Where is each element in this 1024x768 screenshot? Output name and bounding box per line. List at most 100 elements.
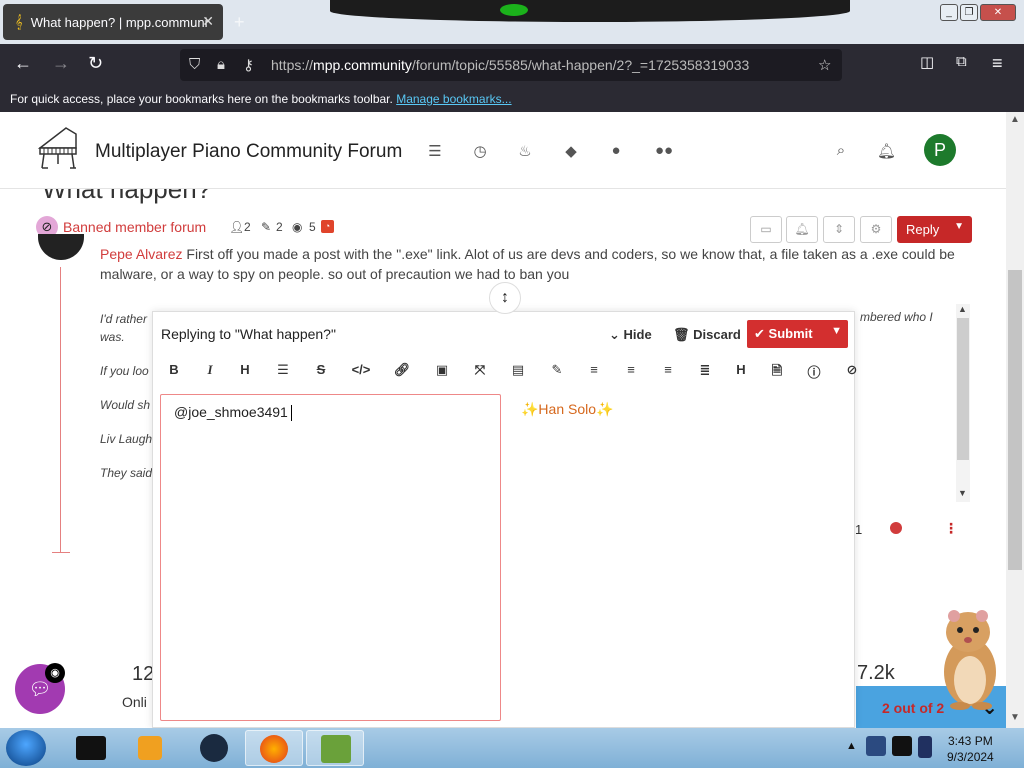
post-avatar[interactable]: [38, 234, 84, 260]
bookmark-star-icon[interactable]: ☆: [818, 56, 831, 74]
rss-icon[interactable]: ◔: [321, 220, 334, 233]
replying-to-label: Replying to "What happen?": [161, 326, 336, 342]
restore-icon[interactable]: ❐: [960, 4, 978, 21]
reply-editor[interactable]: @joe_shmoe3491: [160, 394, 501, 721]
align-left-icon[interactable]: ≡: [585, 362, 603, 377]
groups-icon[interactable]: ●●: [652, 142, 676, 160]
align-center-icon[interactable]: ≡: [622, 362, 640, 377]
list-icon[interactable]: ☰: [274, 362, 292, 378]
inbox-icon[interactable]: ▭: [750, 216, 782, 243]
network-icon[interactable]: [866, 736, 886, 756]
nav-bar: ← → ↻ ⛉ 🔒︎ ⚷ https://mpp.community/forum…: [0, 44, 1024, 86]
watch-bell-icon[interactable]: 🔔︎: [786, 216, 818, 243]
lock-icon[interactable]: 🔒︎: [217, 56, 225, 73]
upvote-icon[interactable]: [890, 522, 902, 534]
volume-icon[interactable]: [918, 736, 932, 758]
submit-button[interactable]: ✔ Submit ▼: [747, 320, 848, 348]
tools-gear-icon[interactable]: ⚙: [860, 216, 892, 243]
post-scrollbar-thumb[interactable]: [957, 318, 969, 460]
bold-icon[interactable]: B: [165, 362, 183, 377]
file-icon[interactable]: 🗎︎: [768, 362, 786, 384]
tray-expand-icon[interactable]: ▲: [846, 740, 857, 752]
clock[interactable]: 3:43 PM 9/3/2024: [947, 733, 994, 765]
code-icon[interactable]: </>: [350, 362, 372, 377]
new-tab-icon[interactable]: +: [234, 12, 245, 33]
tray-app-icon[interactable]: [892, 736, 912, 756]
tab-bar: 𝄞 What happen? | mpp.communi ✕ + _ ❐ ✕: [0, 0, 1024, 44]
scroll-up-icon[interactable]: ▲: [1010, 114, 1020, 125]
extensions-icon[interactable]: ⧉: [956, 53, 967, 70]
taskbar-firefox[interactable]: [245, 730, 303, 766]
editor-text: @joe_shmoe3491: [174, 404, 288, 420]
reply-dropdown-icon[interactable]: ▼: [954, 221, 964, 232]
reply-count: 1: [855, 522, 863, 537]
italic-icon[interactable]: I: [201, 362, 219, 378]
reply-button[interactable]: Reply ▼: [897, 216, 972, 243]
page-scrollbar-thumb[interactable]: [1008, 270, 1022, 570]
header-icon[interactable]: H: [732, 362, 750, 377]
color-picker-icon[interactable]: ✎: [548, 362, 566, 378]
pocket-icon[interactable]: ◫: [920, 53, 934, 71]
composer-resize-handle[interactable]: ↕: [489, 282, 521, 314]
align-right-icon[interactable]: ≡: [659, 362, 677, 377]
minimize-icon[interactable]: _: [940, 4, 958, 21]
taskbar-piano-app[interactable]: [64, 730, 122, 766]
categories-icon[interactable]: ☰: [426, 142, 444, 160]
back-icon[interactable]: ←: [14, 53, 32, 74]
url-text[interactable]: https://mpp.community/forum/topic/55585/…: [271, 57, 749, 73]
site-title[interactable]: Multiplayer Piano Community Forum: [95, 141, 402, 163]
eye-badge-icon[interactable]: ◉: [45, 663, 65, 683]
fullscreen-icon[interactable]: ⤧: [471, 362, 489, 378]
close-window-icon[interactable]: ✕: [980, 4, 1016, 21]
close-tab-icon[interactable]: ✕: [202, 13, 214, 30]
discard-button[interactable]: 🗑︎ Discard: [673, 327, 741, 343]
popular-fire-icon[interactable]: ♨: [516, 142, 534, 160]
align-justify-icon[interactable]: ≣: [696, 362, 714, 378]
page-scrollbar[interactable]: ▲ ▼: [1006, 112, 1024, 728]
hamster-mascot-image: [944, 610, 996, 710]
heading-icon[interactable]: H: [236, 362, 254, 377]
scroll-down-icon[interactable]: ▼: [958, 488, 967, 498]
manage-bookmarks-link[interactable]: Manage bookmarks...: [396, 92, 511, 106]
sort-icon[interactable]: ⇕: [823, 216, 855, 243]
menu-icon[interactable]: ≡: [992, 53, 1003, 74]
tab-title: What happen? | mpp.communi: [30, 14, 208, 30]
info-icon[interactable]: ⓘ: [805, 362, 823, 381]
taskbar-steam[interactable]: [184, 730, 242, 766]
user-avatar[interactable]: P: [924, 134, 956, 166]
bookmarks-hint: For quick access, place your bookmarks h…: [10, 92, 393, 106]
key-icon[interactable]: ⚷: [243, 56, 254, 74]
browser-tab[interactable]: 𝄞 What happen? | mpp.communi ✕: [3, 4, 223, 40]
taskbar-media-player[interactable]: [124, 730, 182, 766]
tags-icon[interactable]: ◆: [562, 142, 580, 160]
post-line-1: I'd rather: [100, 312, 147, 326]
online-count: 12: [132, 663, 155, 685]
post-menu-icon[interactable]: ⋮: [944, 520, 958, 537]
reload-icon[interactable]: ↻: [88, 53, 103, 74]
recent-clock-icon[interactable]: ◷: [471, 142, 489, 160]
users-icon[interactable]: ●: [607, 142, 625, 160]
formatting-toolbar: B I H ☰ S </> 🔗︎ ▣ ⤧ ▤ ✎ ≡ ≡ ≡ ≣ H 🗎︎ ⓘ …: [153, 358, 1006, 384]
strikethrough-icon[interactable]: S: [312, 362, 330, 377]
image-icon[interactable]: ▣: [433, 362, 451, 378]
search-icon[interactable]: ⌕: [832, 142, 850, 160]
taskbar-bonzi[interactable]: [306, 730, 364, 766]
link-icon[interactable]: 🔗︎: [393, 362, 411, 378]
hide-button[interactable]: ⌄ Hide: [609, 327, 652, 343]
piano-logo-icon[interactable]: [36, 124, 80, 172]
url-bar[interactable]: ⛉ 🔒︎ ⚷ https://mpp.community/forum/topic…: [180, 49, 842, 81]
quoted-author[interactable]: Pepe Alvarez: [100, 246, 183, 262]
reply-composer: Replying to "What happen?" ⌄ Hide 🗑︎ Dis…: [152, 311, 857, 728]
category-link[interactable]: Banned member forum: [63, 219, 206, 235]
start-button[interactable]: [6, 730, 46, 766]
scroll-up-icon[interactable]: ▲: [958, 304, 967, 314]
hidden-eye-icon[interactable]: ⊘: [843, 362, 861, 378]
forward-icon[interactable]: →: [52, 53, 70, 74]
stat-count: 7.2k: [857, 662, 895, 684]
scroll-down-icon[interactable]: ▼: [1010, 712, 1020, 723]
submit-dropdown-icon[interactable]: ▼: [831, 325, 842, 337]
notifications-bell-icon[interactable]: 🔔︎: [877, 142, 896, 160]
post-scrollbar[interactable]: ▲ ▼: [956, 304, 970, 502]
chart-icon[interactable]: ▤: [509, 362, 527, 378]
shield-icon[interactable]: ⛉: [189, 56, 200, 73]
